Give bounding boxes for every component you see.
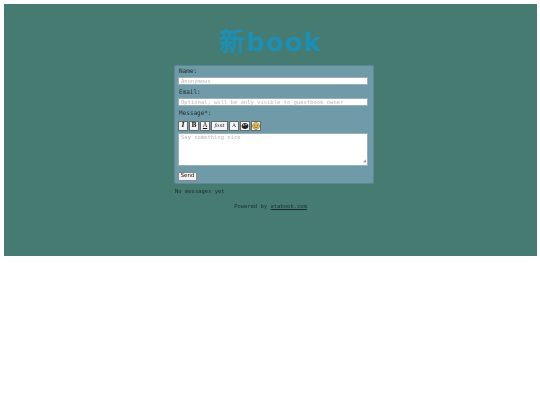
email-input[interactable]: Optional, will be only visible to guestb… — [178, 98, 368, 106]
message-textarea[interactable]: Say something nice ◢ — [178, 133, 368, 166]
name-input[interactable]: Anonymous — [178, 77, 368, 85]
message-placeholder: Say something nice — [181, 135, 241, 141]
underline-button[interactable]: A — [200, 121, 210, 131]
font-size-button[interactable]: A — [229, 121, 239, 131]
atabook-link[interactable]: atabook.com — [271, 204, 307, 210]
send-button[interactable]: Send — [178, 172, 197, 181]
resize-handle-icon[interactable]: ◢ — [363, 159, 366, 164]
no-messages-text: No messages yet — [175, 189, 225, 195]
powered-by-label: Powered by — [234, 204, 268, 210]
email-label: Email: — [179, 89, 201, 96]
site-logo[interactable]: 新book — [4, 22, 537, 59]
italic-button[interactable]: I — [178, 121, 188, 131]
paint-palette-icon — [241, 123, 249, 129]
message-label: Message*: — [179, 110, 212, 117]
logo-text: book — [246, 28, 322, 58]
color-button[interactable] — [240, 121, 250, 131]
guestbook-page: 新book Name: Anonymous Email: Optional, w… — [4, 4, 537, 256]
name-label: Name: — [179, 68, 198, 75]
font-button[interactable]: font — [211, 121, 228, 131]
bold-button[interactable]: B — [189, 121, 199, 131]
guestbook-form: Name: Anonymous Email: Optional, will be… — [174, 65, 374, 184]
smiley-icon — [252, 122, 260, 130]
smiley-button[interactable] — [251, 121, 261, 131]
powered-by-footer: Powered by atabook.com — [4, 204, 537, 210]
logo-cjk-char: 新 — [219, 28, 247, 58]
